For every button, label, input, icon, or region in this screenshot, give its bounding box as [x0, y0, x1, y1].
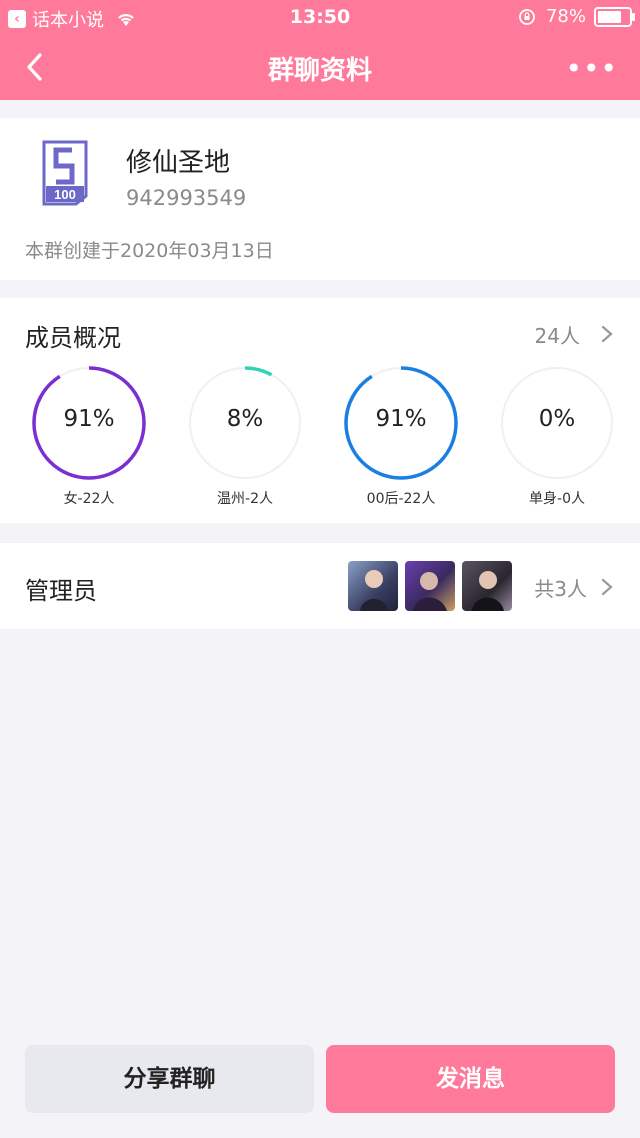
- admins-count: 共3人: [534, 577, 587, 601]
- admin-avatars: [348, 561, 519, 611]
- admins-title: 管理员: [25, 577, 97, 605]
- chevron-right-icon: [601, 325, 613, 343]
- avatar[interactable]: [462, 561, 512, 611]
- avatar[interactable]: [348, 561, 398, 611]
- chevron-right-icon: [601, 578, 613, 596]
- page-title: 群聊资料: [267, 56, 372, 86]
- more-options-icon[interactable]: •••: [565, 52, 618, 85]
- stat-gender: 91% 女-22人: [30, 364, 148, 507]
- admins-section[interactable]: 管理员 共3人: [0, 543, 640, 629]
- rotation-lock-icon: [519, 8, 535, 25]
- stat-percent: 8%: [226, 406, 264, 432]
- stat-label: 女-22人: [63, 491, 115, 507]
- group-created-date: 本群创建于2020年03月13日: [25, 240, 274, 262]
- stat-label: 00后-22人: [366, 491, 436, 507]
- stat-single: 0% 单身-0人: [498, 364, 616, 507]
- group-logo: 100: [42, 140, 88, 206]
- status-bar: ‹ 话本小说 13:50 78%: [0, 0, 640, 34]
- group-id: 942993549: [126, 186, 247, 210]
- member-count: 24人: [534, 324, 580, 348]
- stat-percent: 91%: [63, 406, 115, 432]
- bottom-action-bar: 分享群聊 发消息: [0, 1022, 640, 1138]
- header-bar: ‹ 话本小说 13:50 78% 群聊资料 •••: [0, 0, 640, 100]
- share-group-button[interactable]: 分享群聊: [25, 1045, 314, 1113]
- member-overview-title: 成员概况: [25, 324, 121, 352]
- stat-percent: 91%: [375, 406, 427, 432]
- battery-icon: [594, 6, 635, 27]
- stat-age: 91% 00后-22人: [342, 364, 460, 507]
- battery-percent: 78%: [545, 6, 586, 27]
- stat-percent: 0%: [538, 406, 576, 432]
- group-info-card: 100 修仙圣地 942993549 本群创建于2020年03月13日: [0, 118, 640, 280]
- avatar[interactable]: [405, 561, 455, 611]
- member-overview-section[interactable]: 成员概况 24人 91% 女-22人 8% 温州-2人 91% 00后-22人: [0, 298, 640, 523]
- svg-text:100: 100: [54, 187, 76, 202]
- battery-fill: [598, 10, 622, 23]
- stat-label: 温州-2人: [217, 491, 273, 507]
- stat-location: 8% 温州-2人: [186, 364, 304, 507]
- send-message-button[interactable]: 发消息: [326, 1045, 615, 1113]
- stat-label: 单身-0人: [529, 491, 585, 507]
- nav-bar: 群聊资料 •••: [0, 34, 640, 100]
- group-name: 修仙圣地: [126, 148, 231, 178]
